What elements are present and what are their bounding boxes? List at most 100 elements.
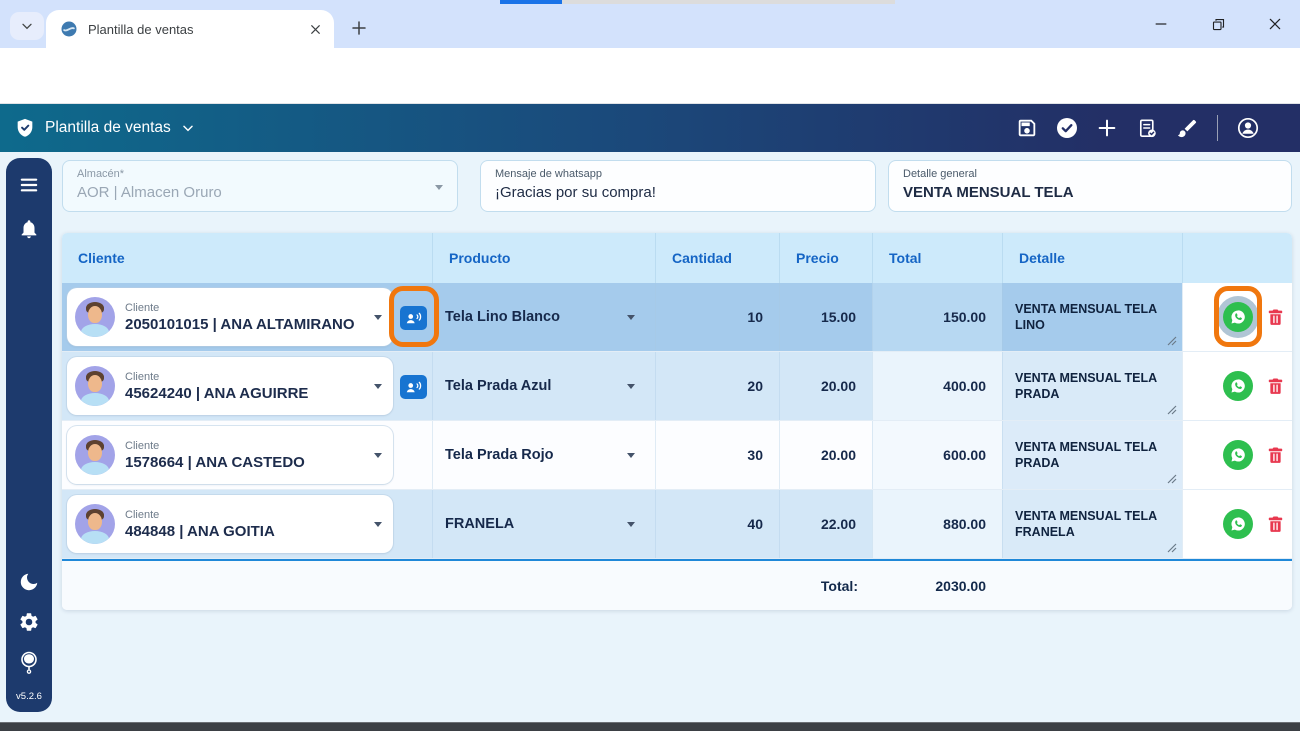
- general-detail-value: VENTA MENSUAL TELA: [903, 184, 1074, 201]
- client-select[interactable]: Cliente 1578664 | ANA CASTEDO: [67, 426, 393, 484]
- delete-row-button[interactable]: [1263, 374, 1287, 398]
- whatsapp-message-value: ¡Gracias por su compra!: [495, 184, 656, 201]
- whatsapp-button[interactable]: [1223, 509, 1253, 539]
- general-detail-field[interactable]: Detalle general VENTA MENSUAL TELA: [888, 160, 1292, 212]
- detail-value: VENTA MENSUAL TELA PRADA: [1015, 370, 1157, 401]
- dark-mode-button[interactable]: [16, 569, 42, 595]
- account-button[interactable]: [1236, 116, 1260, 140]
- detail-value: VENTA MENSUAL TELA FRANELA: [1015, 508, 1157, 539]
- browser-tab[interactable]: Plantilla de ventas: [46, 10, 334, 48]
- client-value: 1578664 | ANA CASTEDO: [125, 453, 305, 471]
- window-minimize-button[interactable]: [1148, 11, 1174, 37]
- browser-toolbar: [0, 48, 1300, 141]
- chevron-down-icon: [374, 315, 382, 320]
- price-cell[interactable]: 20.00: [779, 352, 872, 420]
- quantity-cell[interactable]: 10: [655, 283, 779, 351]
- whatsapp-button[interactable]: [1223, 440, 1253, 470]
- new-tab-button[interactable]: [344, 13, 374, 43]
- clean-button[interactable]: [1175, 116, 1199, 140]
- table-row: Cliente 45624240 | ANA AGUIRRE Tela Prad…: [62, 352, 1292, 421]
- settings-button[interactable]: [16, 609, 42, 635]
- warehouse-value: AOR | Almacen Oruro: [77, 184, 222, 201]
- client-cell: Cliente 1578664 | ANA CASTEDO: [62, 421, 432, 489]
- product-select[interactable]: Tela Lino Blanco: [432, 283, 655, 351]
- column-header-producto: Producto: [432, 233, 655, 283]
- column-header-detalle: Detalle: [1002, 233, 1182, 283]
- brush-icon: [1177, 119, 1196, 137]
- table-header-row: Cliente Producto Cantidad Precio Total D…: [62, 233, 1292, 283]
- menu-button[interactable]: [16, 172, 42, 198]
- plus-icon: [352, 21, 366, 35]
- whatsapp-icon: [1231, 448, 1245, 462]
- chevron-down-icon: [435, 185, 443, 190]
- whatsapp-icon: [1231, 379, 1245, 393]
- gear-icon: [20, 613, 38, 631]
- product-select[interactable]: FRANELA: [432, 490, 655, 558]
- detail-value: VENTA MENSUAL TELA PRADA: [1015, 439, 1157, 470]
- receipt-check-button[interactable]: [1135, 116, 1159, 140]
- resize-handle-icon[interactable]: [1167, 474, 1177, 484]
- quantity-cell[interactable]: 30: [655, 421, 779, 489]
- window-restore-button[interactable]: [1205, 11, 1231, 37]
- price-cell[interactable]: 15.00: [779, 283, 872, 351]
- warehouse-select[interactable]: Almacén* AOR | Almacen Oruro: [62, 160, 458, 212]
- resize-handle-icon[interactable]: [1167, 405, 1177, 415]
- chevron-down-icon: [374, 522, 382, 527]
- actions-cell: [1182, 421, 1292, 489]
- delete-row-button[interactable]: [1263, 443, 1287, 467]
- app-title-dropdown[interactable]: Plantilla de ventas: [14, 117, 196, 139]
- avatar: [75, 297, 115, 337]
- resize-handle-icon[interactable]: [1167, 336, 1177, 346]
- save-button[interactable]: [1015, 116, 1039, 140]
- chevron-down-icon: [627, 383, 635, 389]
- detail-textarea[interactable]: VENTA MENSUAL TELA PRADA: [1002, 421, 1182, 489]
- client-select[interactable]: Cliente 484848 | ANA GOITIA: [67, 495, 393, 553]
- column-header-precio: Precio: [779, 233, 872, 283]
- background-window-accent: [500, 0, 562, 4]
- contact-card-button[interactable]: [400, 306, 427, 330]
- chevron-down-icon: [183, 125, 193, 132]
- whatsapp-button[interactable]: [1223, 302, 1253, 332]
- whatsapp-message-field[interactable]: Mensaje de whatsapp ¡Gracias por su comp…: [480, 160, 876, 212]
- delete-row-button[interactable]: [1263, 305, 1287, 329]
- screen: Plantilla de ventas Plantilla de ventas …: [0, 0, 1300, 731]
- price-cell[interactable]: 22.00: [779, 490, 872, 558]
- tab-favicon-icon: [61, 21, 77, 37]
- column-header-cliente: Cliente: [78, 250, 125, 266]
- client-select[interactable]: Cliente 45624240 | ANA AGUIRRE: [67, 357, 393, 415]
- detail-textarea[interactable]: VENTA MENSUAL TELA LINO: [1002, 283, 1182, 351]
- tab-close-icon[interactable]: [309, 23, 322, 36]
- chevron-down-icon: [374, 453, 382, 458]
- account-icon: [1237, 117, 1259, 139]
- column-header-total: Total: [872, 233, 1002, 283]
- receipt-check-icon: [1139, 119, 1156, 137]
- add-row-button[interactable]: [1095, 116, 1119, 140]
- shield-check-icon: [17, 118, 33, 137]
- quantity-cell[interactable]: 40: [655, 490, 779, 558]
- product-select[interactable]: Tela Prada Rojo: [432, 421, 655, 489]
- notifications-button[interactable]: [16, 216, 42, 242]
- app-version: v5.2.6: [16, 691, 42, 702]
- detail-textarea[interactable]: VENTA MENSUAL TELA PRADA: [1002, 352, 1182, 420]
- total-cell: 600.00: [872, 421, 1002, 489]
- detail-textarea[interactable]: VENTA MENSUAL TELA FRANELA: [1002, 490, 1182, 558]
- whatsapp-icon: [1231, 517, 1245, 531]
- window-close-button[interactable]: [1262, 11, 1288, 37]
- table-body: Cliente 2050101015 | ANA ALTAMIRANO Tela…: [62, 283, 1292, 559]
- close-icon: [1269, 18, 1281, 30]
- whatsapp-button[interactable]: [1223, 371, 1253, 401]
- product-select[interactable]: Tela Prada Azul: [432, 352, 655, 420]
- delete-row-button[interactable]: [1263, 512, 1287, 536]
- grand-total-value: 2030.00: [935, 577, 986, 594]
- price-cell[interactable]: 20.00: [779, 421, 872, 489]
- restore-icon: [1212, 18, 1224, 30]
- confirm-button[interactable]: [1055, 116, 1079, 140]
- quantity-cell[interactable]: 20: [655, 352, 779, 420]
- contact-card-button[interactable]: [400, 375, 427, 399]
- actions-cell: [1182, 283, 1292, 351]
- tab-search-button[interactable]: [10, 12, 44, 40]
- client-cell: Cliente 484848 | ANA GOITIA: [62, 490, 432, 558]
- chevron-down-icon: [627, 314, 635, 320]
- resize-handle-icon[interactable]: [1167, 543, 1177, 553]
- client-select[interactable]: Cliente 2050101015 | ANA ALTAMIRANO: [67, 288, 393, 346]
